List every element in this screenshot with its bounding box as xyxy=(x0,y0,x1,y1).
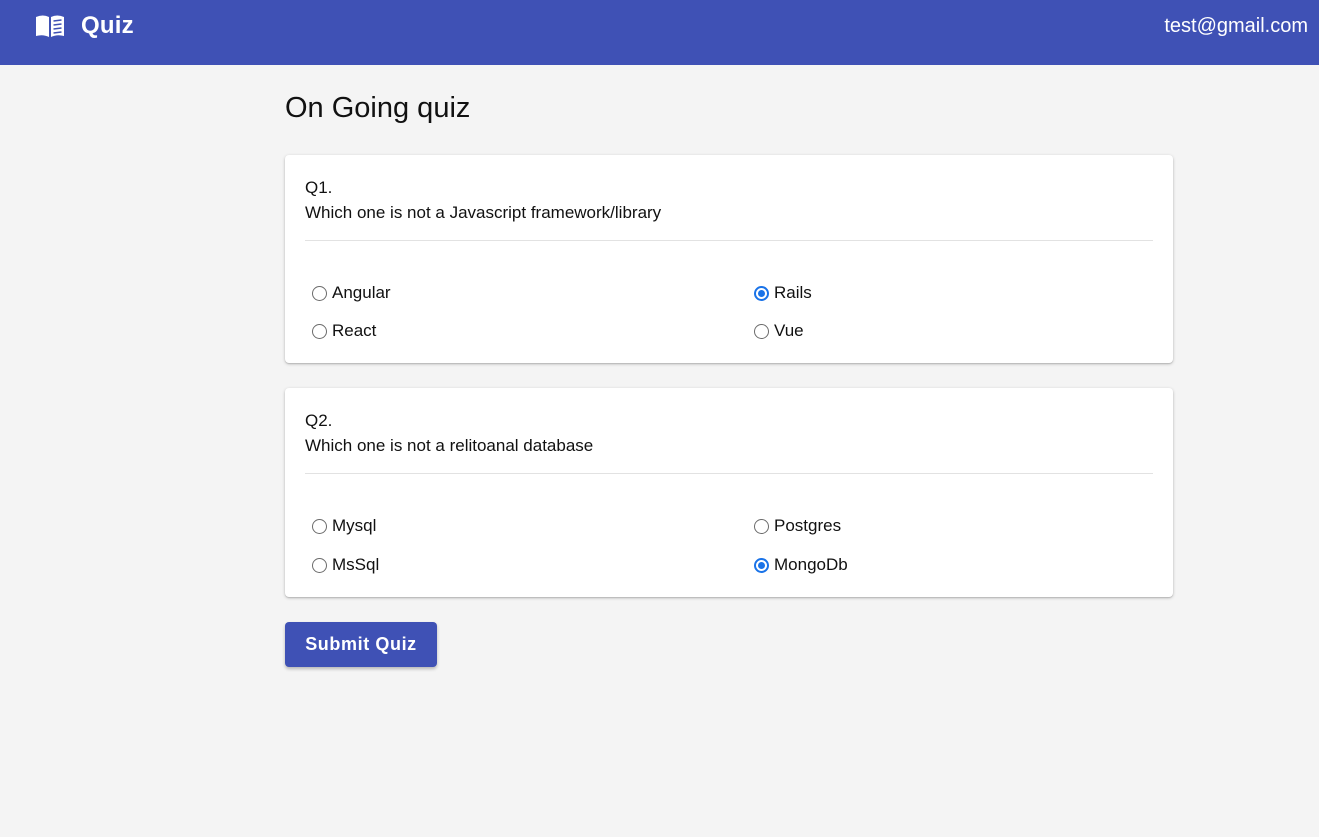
option-label: Rails xyxy=(774,283,812,302)
question-text: Which one is not a Javascript framework/… xyxy=(305,203,662,222)
option-postgres[interactable]: Postgres xyxy=(754,516,841,536)
submit-quiz-button[interactable]: Submit Quiz xyxy=(285,622,437,667)
option-angular[interactable]: Angular xyxy=(312,283,391,303)
radio-button-checked[interactable] xyxy=(754,557,769,573)
radio-button[interactable] xyxy=(754,323,769,339)
divider xyxy=(305,473,1153,474)
brand[interactable]: Quiz xyxy=(35,12,134,40)
option-label: Mysql xyxy=(332,516,377,535)
option-mssql[interactable]: MsSql xyxy=(312,555,379,575)
option-label: React xyxy=(332,321,377,340)
option-mongodb[interactable]: MongoDb xyxy=(754,555,848,575)
radio-button[interactable] xyxy=(312,323,327,339)
user-email[interactable]: test@gmail.com xyxy=(1164,15,1308,38)
option-label: Postgres xyxy=(774,516,842,535)
question-text: Which one is not a relitoanal database xyxy=(305,436,594,455)
option-label: MongoDb xyxy=(774,555,848,574)
option-label: Angular xyxy=(332,283,391,302)
radio-button-checked[interactable] xyxy=(754,285,769,301)
open-book-icon xyxy=(35,14,65,38)
radio-button[interactable] xyxy=(312,557,327,573)
option-label: MsSql xyxy=(332,555,380,574)
page-title: On Going quiz xyxy=(285,92,471,124)
question-card-1: Q1. Which one is not a Javascript framew… xyxy=(285,155,1173,363)
app-title: Quiz xyxy=(81,12,134,39)
radio-button[interactable] xyxy=(754,518,769,534)
question-card-2: Q2. Which one is not a relitoanal databa… xyxy=(285,388,1173,597)
option-rails[interactable]: Rails xyxy=(754,283,812,303)
option-label: Vue xyxy=(774,321,804,340)
divider xyxy=(305,240,1153,241)
option-vue[interactable]: Vue xyxy=(754,321,804,341)
question-number: Q2. xyxy=(305,411,333,430)
question-number: Q1. xyxy=(305,178,333,197)
radio-button[interactable] xyxy=(312,518,327,534)
radio-button[interactable] xyxy=(312,285,327,301)
option-react[interactable]: React xyxy=(312,321,376,341)
option-mysql[interactable]: Mysql xyxy=(312,516,376,536)
app-bar: Quiz test@gmail.com xyxy=(0,0,1319,65)
